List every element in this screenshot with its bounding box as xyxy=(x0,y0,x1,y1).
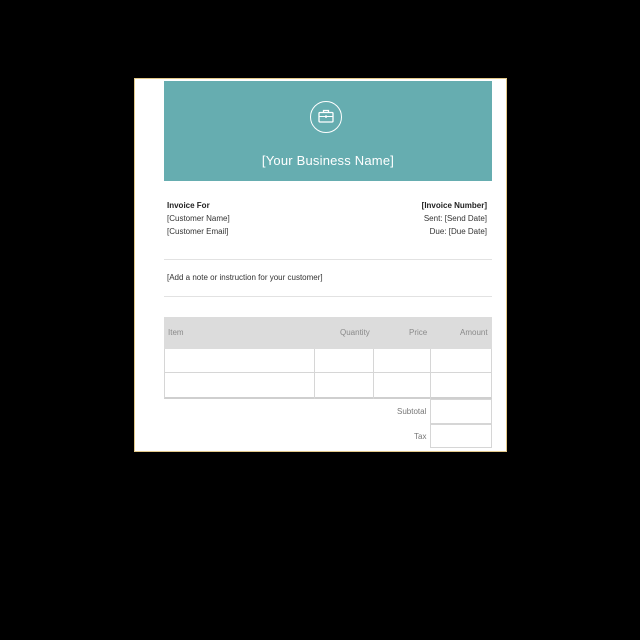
subtotal-field[interactable] xyxy=(430,399,492,424)
customer-email: [Customer Email] xyxy=(167,227,229,236)
invoice-for-heading: Invoice For xyxy=(167,201,210,210)
invoice-header: [Your Business Name] xyxy=(164,81,492,181)
table-row[interactable] xyxy=(164,349,492,373)
subtotal-label: Subtotal xyxy=(397,407,427,416)
column-header-amount: Amount xyxy=(460,328,488,337)
tax-label: Tax xyxy=(414,432,427,441)
column-header-price: Price xyxy=(409,328,428,337)
due-date: Due: [Due Date] xyxy=(429,227,487,236)
column-header-quantity: Quantity xyxy=(340,328,370,337)
divider xyxy=(164,259,492,260)
invoice-sheet: [Your Business Name] Invoice For [Custom… xyxy=(134,78,507,452)
column-divider xyxy=(314,349,315,399)
table-header: Item Quantity Price Amount xyxy=(164,317,492,349)
column-header-item: Item xyxy=(168,328,184,337)
table-row[interactable] xyxy=(164,373,492,399)
divider xyxy=(164,296,492,297)
column-divider xyxy=(373,349,374,399)
briefcase-icon xyxy=(310,101,342,133)
customer-name: [Customer Name] xyxy=(167,214,230,223)
business-name: [Your Business Name] xyxy=(261,153,395,168)
tax-field[interactable] xyxy=(430,424,492,448)
customer-note: [Add a note or instruction for your cust… xyxy=(167,273,323,282)
column-divider xyxy=(430,349,431,399)
send-date: Sent: [Send Date] xyxy=(423,214,487,223)
invoice-number: [Invoice Number] xyxy=(421,201,487,210)
